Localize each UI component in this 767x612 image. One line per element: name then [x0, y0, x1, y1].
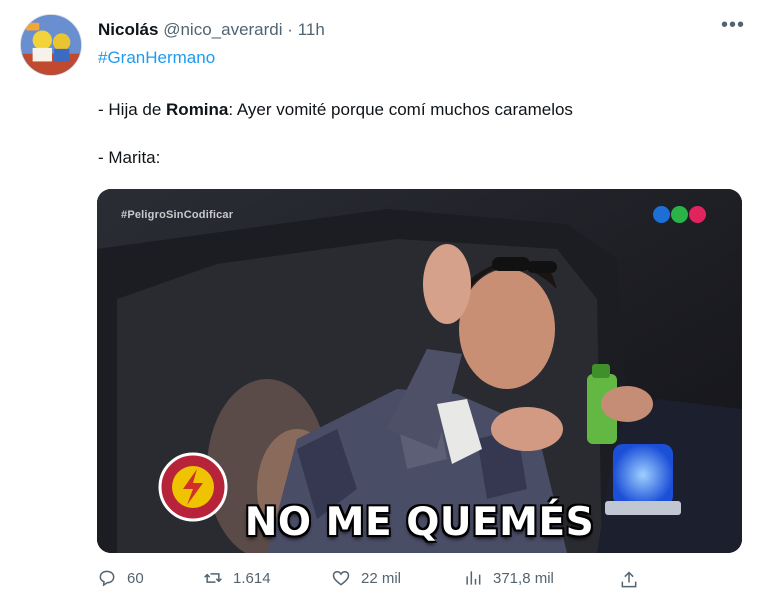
- like-count: 22 mil: [361, 569, 402, 587]
- tweet-text-line-1: - Hija de Romina: Ayer vomité porque com…: [98, 100, 573, 120]
- avatar-image: [21, 15, 81, 75]
- separator-dot: ·: [287, 20, 293, 39]
- views-count: 371,8 mil: [493, 569, 554, 587]
- line1-bold-name: Romina: [166, 100, 229, 119]
- hashtag-link[interactable]: #GranHermano: [98, 48, 215, 68]
- tweet-text-line-2: - Marita:: [98, 148, 161, 167]
- retweet-icon: [204, 573, 222, 583]
- more-icon[interactable]: •••: [721, 14, 745, 37]
- share-button[interactable]: [619, 570, 639, 595]
- retweet-count: 1.614: [233, 569, 271, 587]
- like-icon: [332, 570, 350, 586]
- avatar[interactable]: [20, 14, 82, 76]
- line1-prefix: - Hija de: [98, 100, 167, 119]
- logo-dot-pink: [689, 206, 706, 223]
- media-scene: [97, 189, 742, 553]
- tweet-header: Nicolás @nico_averardi · 11h: [98, 20, 325, 40]
- reply-icon: [99, 570, 115, 587]
- views-button[interactable]: 371,8 mil: [463, 568, 554, 588]
- retweet-button[interactable]: 1.614: [203, 568, 271, 588]
- line1-suffix: : Ayer vomité porque comí muchos caramel…: [228, 100, 573, 119]
- reply-button[interactable]: 60: [97, 568, 144, 588]
- views-icon: [466, 571, 481, 585]
- watermark-text: #PeligroSinCodificar: [121, 209, 234, 221]
- channel-logo: [653, 206, 706, 223]
- author-name[interactable]: Nicolás: [98, 20, 158, 39]
- logo-dot-green: [671, 206, 688, 223]
- like-button[interactable]: 22 mil: [331, 568, 401, 588]
- media-image[interactable]: #PeligroSinCodificar NO ME QUEMÉS: [97, 189, 742, 553]
- timestamp[interactable]: 11h: [298, 20, 325, 39]
- action-bar: 60 1.614 22 mil 371,8 mil: [0, 568, 767, 602]
- logo-dot-blue: [653, 206, 670, 223]
- share-icon: [621, 571, 637, 588]
- tweet: Nicolás @nico_averardi · 11h ••• #GranHe…: [0, 0, 767, 612]
- meme-caption: NO ME QUEMÉS: [244, 500, 595, 545]
- author-handle[interactable]: @nico_averardi: [163, 20, 282, 39]
- reply-count: 60: [127, 569, 144, 587]
